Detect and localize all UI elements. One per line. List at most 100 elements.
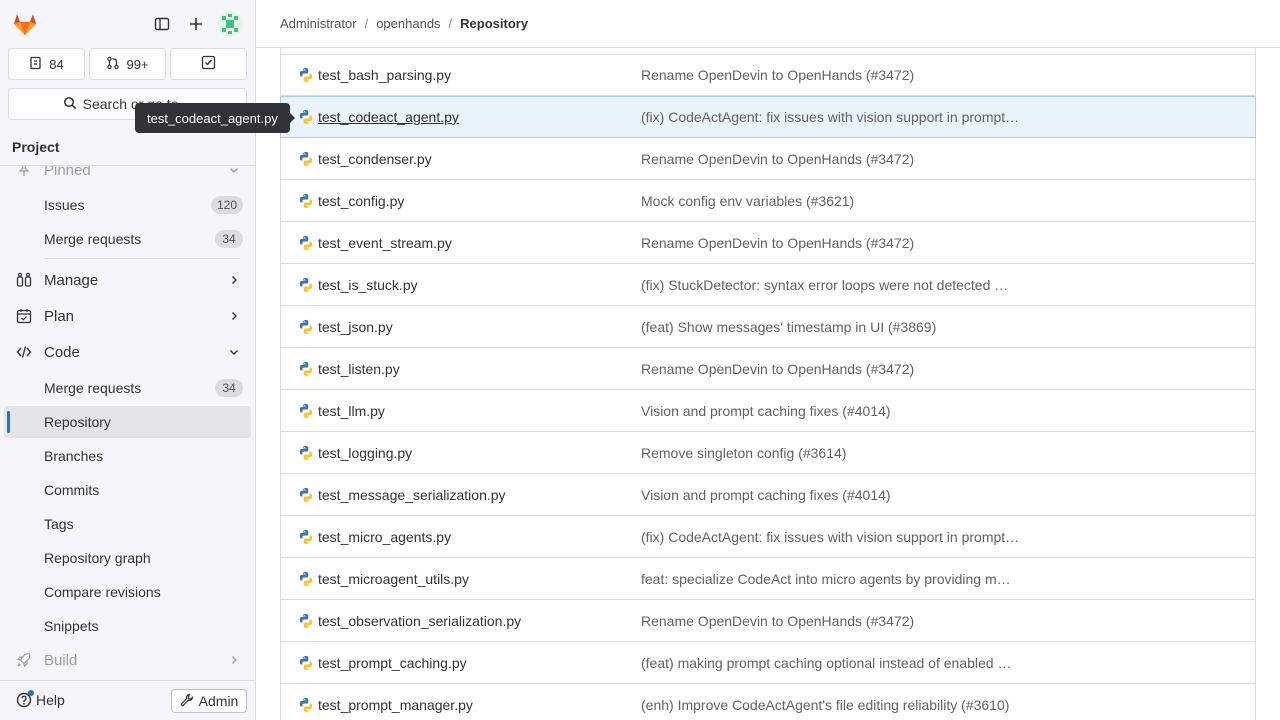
breadcrumb-item-administrator[interactable]: Administrator [280, 16, 357, 31]
avatar[interactable] [217, 11, 243, 37]
file-name-link[interactable]: test_config.py [318, 193, 404, 209]
file-name-link[interactable]: test_event_stream.py [318, 235, 452, 251]
last-commit-link[interactable]: feat: specialize CodeAct into micro agen… [641, 571, 1041, 587]
plus-icon[interactable] [183, 10, 209, 38]
file-name-cell[interactable]: test_llm.py [281, 403, 641, 419]
file-name-link[interactable]: test_prompt_manager.py [318, 697, 473, 713]
nav-item-tags[interactable]: Tags [4, 508, 251, 540]
file-name-cell[interactable]: test_observation_serialization.py [281, 613, 641, 629]
table-row[interactable]: test_condenser.py Rename OpenDevin to Ope… [280, 138, 1256, 180]
last-commit-link[interactable]: Rename OpenDevin to OpenHands (#3472) [641, 151, 1041, 167]
file-name-cell[interactable]: test_message_serialization.py [281, 487, 641, 503]
breadcrumb-item-repository[interactable]: Repository [460, 16, 528, 31]
table-row[interactable]: test_microagent_utils.py feat: specialize… [280, 558, 1256, 600]
pinned-item-issues[interactable]: Issues 120 [4, 189, 251, 221]
last-commit-link[interactable]: Rename OpenDevin to OpenHands (#3472) [641, 361, 1041, 377]
nav-item-repository-graph[interactable]: Repository graph [4, 542, 251, 574]
admin-button[interactable]: Admin [171, 689, 247, 713]
breadcrumb-item-openhands[interactable]: openhands [376, 16, 440, 31]
table-row[interactable]: test_event_stream.py Rename OpenDevin to … [280, 222, 1256, 264]
last-commit-link[interactable]: (feat) Show messages' timestamp in UI (#… [641, 319, 1041, 335]
python-file-icon [298, 697, 314, 713]
file-name-cell[interactable]: test_microagent_utils.py [281, 571, 641, 587]
file-name-link[interactable]: test_message_serialization.py [318, 487, 506, 503]
file-name-cell[interactable]: test_event_stream.py [281, 235, 641, 251]
table-row[interactable]: test_prompt_caching.py (feat) making prom… [280, 642, 1256, 684]
code-section[interactable]: Code [4, 336, 251, 368]
python-file-icon [298, 277, 314, 293]
last-commit-link[interactable]: (fix) CodeActAgent: fix issues with visi… [641, 109, 1041, 125]
issues-icon [29, 56, 43, 73]
file-name-link[interactable]: test_condenser.py [318, 151, 432, 167]
nav-item-repository[interactable]: Repository [4, 406, 251, 438]
sidebar-top [0, 0, 255, 48]
nav-item-label: Snippets [44, 618, 99, 634]
last-commit-link[interactable]: Mock config env variables (#3621) [641, 193, 1041, 209]
file-name-cell[interactable]: test_is_stuck.py [281, 277, 641, 293]
nav-item-branches[interactable]: Branches [4, 440, 251, 472]
table-row[interactable]: test_listen.py Rename OpenDevin to OpenHa… [280, 348, 1256, 390]
nav-item-compare-revisions[interactable]: Compare revisions [4, 576, 251, 608]
table-row[interactable]: test_prompt_manager.py (enh) Improve Code… [280, 684, 1256, 720]
file-name-link[interactable]: test_micro_agents.py [318, 529, 451, 545]
table-row[interactable]: test_json.py (feat) Show messages' timest… [280, 306, 1256, 348]
table-row[interactable]: test_observation_serialization.py Rename … [280, 600, 1256, 642]
last-commit-link[interactable]: Vision and prompt caching fixes (#4014) [641, 487, 1041, 503]
last-commit-link[interactable]: Remove singleton config (#3614) [641, 445, 1041, 461]
merge-requests-counter-button[interactable]: 99+ [89, 48, 166, 80]
python-file-icon [298, 445, 314, 461]
build-section[interactable]: Build [4, 644, 251, 676]
python-file-icon [298, 67, 314, 83]
file-name-cell[interactable]: test_config.py [281, 193, 641, 209]
file-name-cell[interactable]: test_json.py [281, 319, 641, 335]
file-name-cell[interactable]: test_prompt_manager.py [281, 697, 641, 713]
last-commit-link[interactable]: Rename OpenDevin to OpenHands (#3472) [641, 67, 1041, 83]
file-name-cell[interactable]: test_micro_agents.py [281, 529, 641, 545]
issues-counter-button[interactable]: 84 [8, 48, 85, 80]
table-row[interactable]: test_message_serialization.py Vision and … [280, 474, 1256, 516]
manage-section[interactable]: Manage [4, 264, 251, 296]
file-name-cell[interactable]: test_logging.py [281, 445, 641, 461]
last-commit-link[interactable]: (enh) Improve CodeActAgent's file editin… [641, 697, 1041, 713]
file-name-cell[interactable]: test_condenser.py [281, 151, 641, 167]
nav-item-snippets[interactable]: Snippets [4, 610, 251, 642]
gitlab-logo-icon[interactable] [12, 11, 38, 37]
table-row[interactable]: test_logging.py Remove singleton config (… [280, 432, 1256, 474]
table-row[interactable]: test_llm.py Vision and prompt caching fix… [280, 390, 1256, 432]
file-name-link[interactable]: test_listen.py [318, 361, 400, 377]
sidebar-toggle-icon[interactable] [149, 10, 175, 38]
last-commit-link[interactable]: Vision and prompt caching fixes (#4014) [641, 403, 1041, 419]
project-header: Project [0, 128, 255, 166]
last-commit-link[interactable]: (fix) StuckDetector: syntax error loops … [641, 277, 1041, 293]
file-name-link[interactable]: test_observation_serialization.py [318, 613, 521, 629]
file-name-link[interactable]: test_prompt_caching.py [318, 655, 467, 671]
file-name-link[interactable]: test_bash_parsing.py [318, 67, 451, 83]
table-row[interactable]: test_codeact_agent.py (fix) CodeActAgent:… [280, 96, 1256, 138]
file-name-link[interactable]: test_logging.py [318, 445, 412, 461]
pinned-section[interactable]: Pinned [4, 166, 251, 186]
last-commit-link[interactable]: Rename OpenDevin to OpenHands (#3472) [641, 235, 1041, 251]
last-commit-link[interactable]: Rename OpenDevin to OpenHands (#3472) [641, 613, 1041, 629]
nav-item-merge-requests[interactable]: Merge requests 34 [4, 372, 251, 404]
file-name-cell[interactable]: test_listen.py [281, 361, 641, 377]
todo-button[interactable] [170, 48, 247, 80]
file-name-link[interactable]: test_json.py [318, 319, 393, 335]
last-commit-link[interactable]: (fix) CodeActAgent: fix issues with visi… [641, 529, 1041, 545]
nav-item-commits[interactable]: Commits [4, 474, 251, 506]
file-name-cell[interactable]: test_codeact_agent.py [281, 109, 641, 125]
file-name-link[interactable]: test_microagent_utils.py [318, 571, 469, 587]
plan-section[interactable]: Plan [4, 300, 251, 332]
admin-label: Admin [198, 693, 239, 709]
table-row[interactable]: test_is_stuck.py (fix) StuckDetector: syn… [280, 264, 1256, 306]
table-row[interactable]: test_config.py Mock config env variables … [280, 180, 1256, 222]
pinned-item-merge-requests[interactable]: Merge requests 34 [4, 223, 251, 255]
help-button[interactable]: Help [16, 690, 65, 708]
file-name-cell[interactable]: test_prompt_caching.py [281, 655, 641, 671]
file-name-link[interactable]: test_is_stuck.py [318, 277, 418, 293]
table-row[interactable]: test_bash_parsing.py Rename OpenDevin to … [280, 54, 1256, 96]
file-name-cell[interactable]: test_bash_parsing.py [281, 67, 641, 83]
table-row[interactable]: test_micro_agents.py (fix) CodeActAgent: … [280, 516, 1256, 558]
file-name-link[interactable]: test_codeact_agent.py [318, 109, 459, 125]
file-name-link[interactable]: test_llm.py [318, 403, 385, 419]
last-commit-link[interactable]: (feat) making prompt caching optional in… [641, 655, 1041, 671]
